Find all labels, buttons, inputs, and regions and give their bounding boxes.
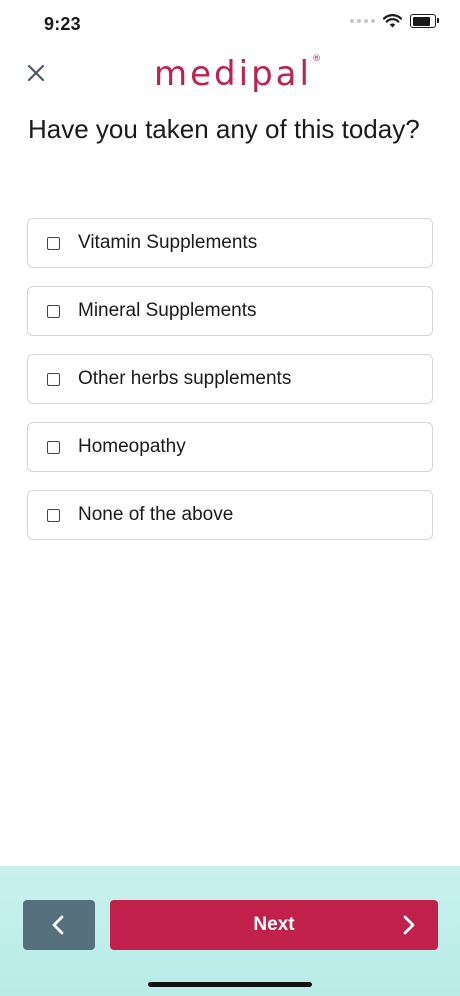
- question-title: Have you taken any of this today?: [28, 114, 420, 144]
- option-other-herbs-supplements[interactable]: Other herbs supplements: [27, 354, 433, 404]
- back-button[interactable]: [23, 900, 95, 950]
- option-label: Vitamin Supplements: [78, 232, 258, 253]
- options-list: Vitamin Supplements Mineral Supplements …: [27, 218, 433, 558]
- chevron-right-icon: [403, 915, 415, 935]
- chevron-left-icon: [52, 915, 64, 935]
- signal-icon: [350, 19, 375, 23]
- next-button[interactable]: Next: [110, 900, 438, 950]
- option-homeopathy[interactable]: Homeopathy: [27, 422, 433, 472]
- option-vitamin-supplements[interactable]: Vitamin Supplements: [27, 218, 433, 268]
- next-button-label: Next: [253, 914, 295, 935]
- option-none-of-the-above[interactable]: None of the above: [27, 490, 433, 540]
- option-label: None of the above: [78, 504, 234, 525]
- checkbox-icon[interactable]: [47, 440, 60, 454]
- checkbox-icon[interactable]: [47, 236, 60, 250]
- header: medipal®: [0, 50, 460, 100]
- option-label: Mineral Supplements: [78, 300, 257, 321]
- status-time: 9:23: [44, 14, 81, 34]
- status-bar: 9:23: [0, 0, 460, 50]
- home-indicator: [148, 982, 312, 987]
- status-icons: [350, 14, 439, 28]
- close-icon[interactable]: [24, 61, 48, 85]
- medipal-logo: medipal®: [154, 54, 321, 94]
- checkbox-icon[interactable]: [47, 372, 60, 386]
- logo-text: medipal: [154, 54, 312, 94]
- footer-navigation: Next: [0, 866, 460, 996]
- wifi-icon: [383, 14, 402, 28]
- checkbox-icon[interactable]: [47, 508, 60, 522]
- option-label: Other herbs supplements: [78, 368, 292, 389]
- option-mineral-supplements[interactable]: Mineral Supplements: [27, 286, 433, 336]
- logo-registered-mark: ®: [311, 53, 321, 64]
- battery-icon: [410, 14, 439, 28]
- checkbox-icon[interactable]: [47, 304, 60, 318]
- option-label: Homeopathy: [78, 436, 186, 457]
